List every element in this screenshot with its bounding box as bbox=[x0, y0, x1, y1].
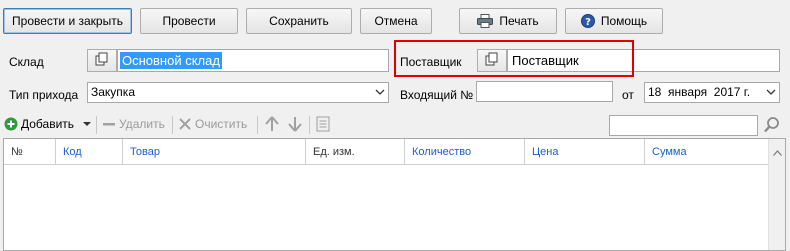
receipt-type-value: Закупка bbox=[91, 85, 135, 99]
help-icon: ? bbox=[580, 14, 595, 28]
printer-icon bbox=[477, 14, 494, 28]
add-dropdown-arrow[interactable] bbox=[83, 117, 91, 134]
items-table[interactable]: № Код Товар Ед. изм. Количество Цена Сум… bbox=[3, 138, 786, 251]
print-button[interactable]: Печать bbox=[459, 8, 557, 34]
column-header-quantity[interactable]: Количество bbox=[405, 139, 525, 165]
post-label: Провести bbox=[162, 14, 216, 28]
minus-icon bbox=[103, 117, 115, 131]
copy-icon bbox=[95, 52, 109, 69]
column-header-code[interactable]: Код bbox=[56, 139, 123, 165]
toolbar-divider bbox=[257, 116, 258, 134]
date-picker[interactable]: 18 января 2017 г. bbox=[644, 82, 780, 103]
post-and-close-button[interactable]: Провести и закрыть bbox=[3, 8, 132, 34]
delete-label: Удалить bbox=[119, 117, 165, 131]
date-from-label: от bbox=[622, 88, 634, 102]
chevron-down-icon bbox=[766, 83, 776, 108]
warehouse-select-button[interactable] bbox=[87, 49, 117, 72]
cancel-button[interactable]: Отмена bbox=[360, 8, 432, 34]
list-icon bbox=[316, 116, 330, 135]
toolbar-divider bbox=[309, 116, 310, 134]
highlight-frame bbox=[394, 40, 634, 77]
print-label: Печать bbox=[499, 14, 539, 28]
toolbar-divider bbox=[172, 116, 173, 134]
delete-button[interactable]: Удалить bbox=[103, 117, 165, 131]
column-header-unit[interactable]: Ед. изм. bbox=[306, 139, 405, 165]
column-header-number[interactable]: № bbox=[4, 139, 56, 165]
add-icon bbox=[4, 117, 18, 131]
save-button[interactable]: Сохранить bbox=[246, 8, 352, 34]
help-label: Помощь bbox=[600, 14, 648, 28]
move-up-button[interactable] bbox=[265, 116, 279, 135]
date-year: 2017 г. bbox=[713, 85, 751, 99]
receipt-type-select[interactable]: Закупка bbox=[87, 82, 389, 103]
search-icon bbox=[763, 116, 781, 137]
add-label: Добавить bbox=[21, 117, 75, 131]
chevron-down-icon bbox=[375, 83, 385, 108]
date-month: января bbox=[668, 85, 708, 99]
clear-x-icon bbox=[179, 117, 191, 131]
incoming-no-field[interactable] bbox=[476, 81, 613, 102]
search-input[interactable] bbox=[609, 115, 758, 136]
save-label: Сохранить bbox=[269, 14, 329, 28]
cancel-label: Отмена bbox=[374, 14, 418, 28]
help-button[interactable]: ? Помощь bbox=[565, 8, 663, 34]
scroll-up-icon[interactable] bbox=[773, 145, 782, 159]
toolbar-divider bbox=[96, 116, 97, 134]
date-day: 18 bbox=[648, 85, 662, 99]
receipt-type-label: Тип прихода bbox=[9, 88, 79, 102]
vertical-scrollbar[interactable] bbox=[768, 139, 785, 250]
clear-button[interactable]: Очистить bbox=[179, 117, 247, 131]
column-header-price[interactable]: Цена bbox=[525, 139, 645, 165]
caret-down-icon bbox=[83, 117, 91, 134]
list-settings-button[interactable] bbox=[316, 116, 330, 135]
arrow-up-icon bbox=[265, 116, 279, 135]
arrow-down-icon bbox=[288, 116, 302, 135]
column-header-sum[interactable]: Сумма bbox=[645, 139, 768, 165]
add-button[interactable]: Добавить bbox=[4, 117, 74, 131]
move-down-button[interactable] bbox=[288, 116, 302, 135]
post-button[interactable]: Провести bbox=[140, 8, 238, 34]
warehouse-value: Основной склад bbox=[120, 52, 222, 69]
clear-label: Очистить bbox=[195, 117, 248, 131]
svg-text:?: ? bbox=[585, 17, 591, 28]
warehouse-label: Склад bbox=[9, 55, 44, 69]
incoming-no-label: Входящий № bbox=[400, 88, 474, 102]
search-button[interactable] bbox=[763, 116, 781, 137]
warehouse-field[interactable]: Основной склад bbox=[117, 49, 389, 72]
column-header-product[interactable]: Товар bbox=[123, 139, 306, 165]
post-and-close-label: Провести и закрыть bbox=[12, 14, 123, 28]
